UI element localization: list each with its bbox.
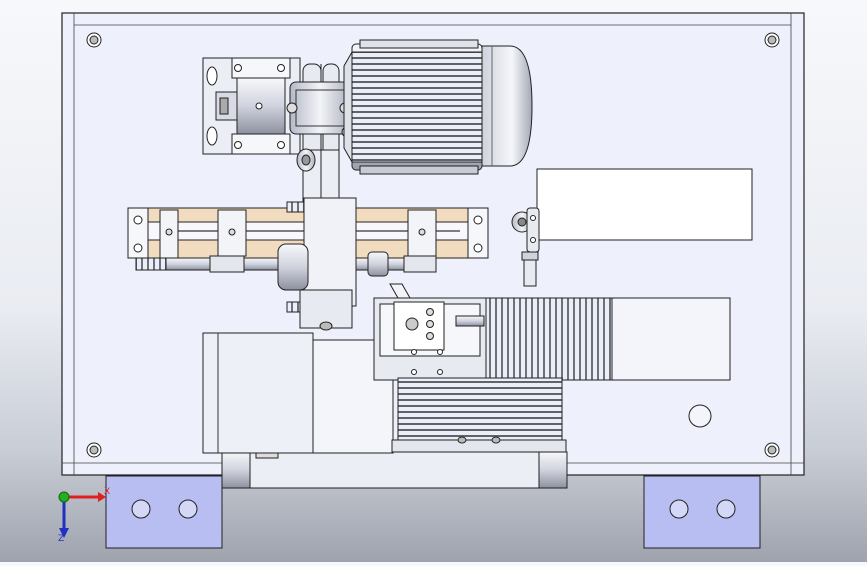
motor-mount-bracket[interactable] xyxy=(202,57,301,155)
left-foot[interactable] xyxy=(105,475,223,549)
triad-z-label: Z xyxy=(58,534,64,544)
rail-clamp-right[interactable] xyxy=(407,209,437,257)
horizontal-bellows[interactable] xyxy=(485,297,731,381)
coordinate-triad: X Z xyxy=(58,487,110,544)
mounting-hole-bottom-left xyxy=(86,442,102,458)
mounting-hole-bottom-right xyxy=(764,442,780,458)
rail-clamp-left-2[interactable] xyxy=(217,209,247,257)
bottom-base-block[interactable] xyxy=(221,451,568,489)
tool-holder[interactable] xyxy=(373,283,487,381)
control-box[interactable] xyxy=(536,168,753,241)
upper-pulley[interactable] xyxy=(286,81,353,138)
access-hole xyxy=(688,404,712,428)
right-foot[interactable] xyxy=(643,475,761,549)
threaded-stud-upper xyxy=(286,201,306,213)
vertical-bellows[interactable] xyxy=(391,377,567,453)
idler-pulley[interactable] xyxy=(296,148,316,172)
mounting-hole-top-right xyxy=(764,32,780,48)
mounting-hole-top-left xyxy=(86,32,102,48)
triad-x-label: X xyxy=(104,487,110,497)
cad-3d-viewport[interactable]: X Z xyxy=(0,0,867,562)
electric-motor[interactable] xyxy=(343,39,533,175)
spindle-housing[interactable] xyxy=(202,332,394,454)
